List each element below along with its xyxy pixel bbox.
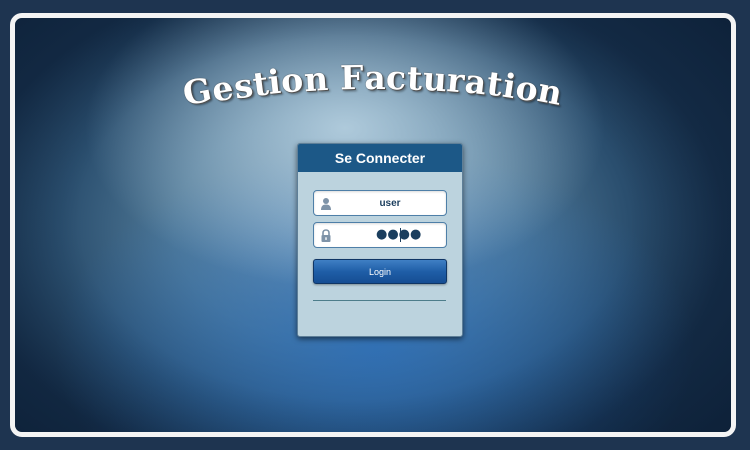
login-panel-header: Se Connecter xyxy=(298,144,462,172)
app-title-char: n xyxy=(302,58,330,100)
divider xyxy=(313,300,446,301)
app-title-char: F xyxy=(339,57,365,98)
username-field[interactable] xyxy=(313,190,447,216)
app-title: Gestion Facturation xyxy=(15,58,731,113)
app-title-char: a xyxy=(364,58,387,97)
password-field[interactable]: ●●●● xyxy=(313,222,447,248)
app-title-char: t xyxy=(406,58,424,99)
lock-icon xyxy=(320,228,332,242)
app-window: Gestion Facturation Se Connecter ●●●● xyxy=(10,13,736,437)
login-button[interactable]: Login xyxy=(313,259,447,284)
app-title-text: Gestion Facturation xyxy=(180,58,566,113)
app-title-char: u xyxy=(421,58,449,100)
user-icon xyxy=(320,196,332,210)
login-panel: Se Connecter ●●●● Login xyxy=(297,143,463,337)
text-caret xyxy=(400,228,401,242)
password-input[interactable]: ●●●● xyxy=(376,227,421,242)
app-title-char: c xyxy=(385,57,408,98)
app-title-char: o xyxy=(279,59,306,101)
username-input[interactable] xyxy=(338,191,442,215)
